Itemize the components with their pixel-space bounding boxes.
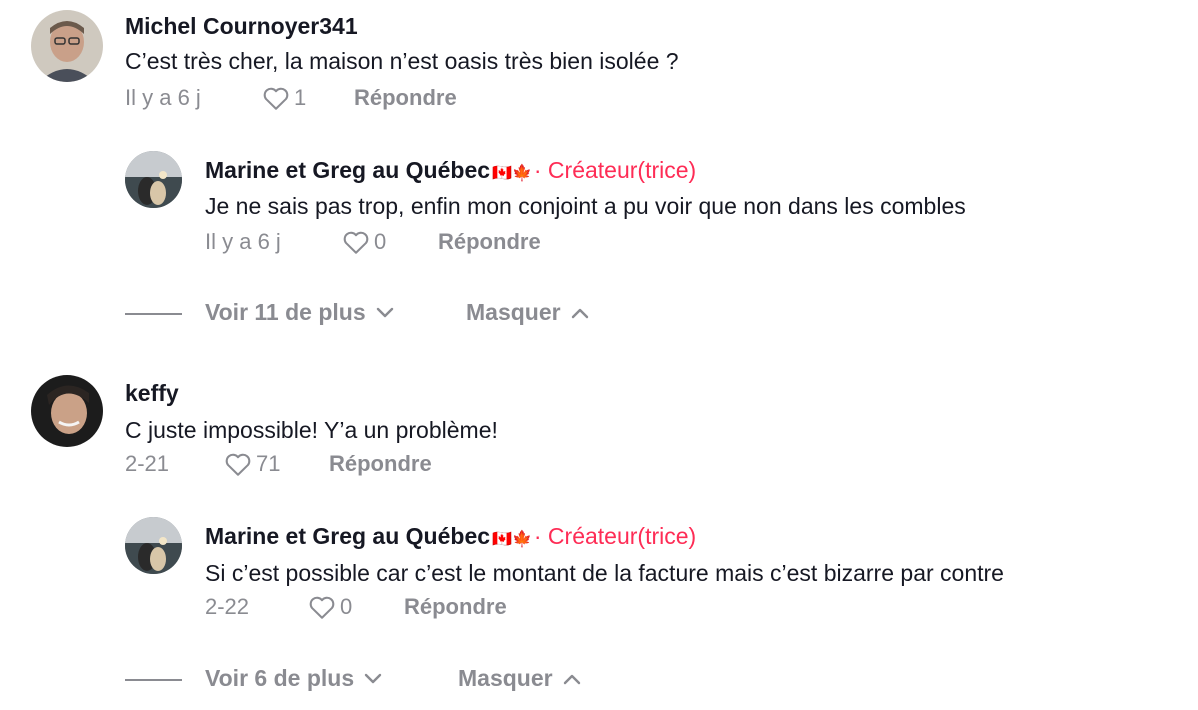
chevron-up-icon [563, 674, 580, 684]
heart-outline-icon [225, 453, 251, 476]
chevron-down-icon [376, 307, 393, 317]
hide-label: Masquer [458, 665, 553, 691]
reply-text: Je ne sais pas trop, enfin mon conjoint … [205, 193, 966, 219]
hide-replies-button[interactable]: Masquer [466, 299, 589, 326]
reply-button[interactable]: Répondre [354, 85, 457, 111]
comment-username[interactable]: keffy [125, 380, 179, 407]
reply-text: Si c’est possible car c’est le montant d… [205, 560, 1004, 586]
chevron-down-icon [364, 673, 382, 683]
comment-username[interactable]: Michel Cournoyer341 [125, 13, 358, 40]
like-count: 71 [256, 451, 281, 476]
hide-replies-button[interactable]: Masquer [458, 665, 581, 692]
chevron-up-icon [571, 308, 588, 318]
avatar[interactable] [125, 151, 182, 208]
creator-badge: · Créateur(trice) [533, 157, 697, 183]
comment-text: C’est très cher, la maison n’est oasis t… [125, 48, 679, 74]
like-count: 1 [294, 85, 307, 110]
hide-label: Masquer [466, 299, 561, 325]
like-button[interactable]: 0 [342, 229, 386, 255]
view-more-label: Voir 6 de plus [205, 665, 355, 691]
view-more-label: Voir 11 de plus [205, 299, 366, 325]
like-button[interactable]: 71 [224, 451, 280, 477]
flags-emoji: 🇨🇦🍁 [492, 531, 532, 548]
reply-timestamp: Il y a 6 j [205, 229, 281, 254]
comment-text: C juste impossible! Y’a un problème! [125, 417, 498, 443]
view-more-replies-button[interactable]: Voir 11 de plus [205, 299, 394, 326]
comment-timestamp: 2-21 [125, 451, 170, 476]
creator-badge: · Créateur(trice) [533, 523, 697, 549]
heart-outline-icon [309, 596, 335, 619]
avatar[interactable] [125, 517, 182, 574]
divider [125, 679, 182, 681]
avatar[interactable] [31, 375, 103, 447]
heart-outline-icon [343, 231, 369, 254]
reply-button[interactable]: Répondre [329, 451, 432, 477]
like-count: 0 [340, 594, 353, 619]
reply-button[interactable]: Répondre [438, 229, 541, 255]
reply-timestamp: 2-22 [205, 594, 250, 619]
reply-button[interactable]: Répondre [404, 594, 507, 620]
reply-username[interactable]: Marine et Greg au Québec [205, 523, 490, 549]
like-button[interactable]: 0 [308, 594, 352, 620]
view-more-replies-button[interactable]: Voir 6 de plus [205, 665, 382, 692]
like-count: 0 [374, 229, 387, 254]
reply-username[interactable]: Marine et Greg au Québec [205, 157, 490, 183]
like-button[interactable]: 1 [262, 85, 306, 111]
heart-outline-icon [263, 87, 289, 110]
comment-timestamp: Il y a 6 j [125, 85, 201, 110]
avatar[interactable] [31, 10, 103, 82]
reply-username-line: Marine et Greg au Québec 🇨🇦🍁· Créateur(tr… [205, 523, 696, 550]
flags-emoji: 🇨🇦🍁 [492, 165, 532, 182]
divider [125, 313, 182, 315]
reply-username-line: Marine et Greg au Québec 🇨🇦🍁· Créateur(tr… [205, 157, 696, 184]
